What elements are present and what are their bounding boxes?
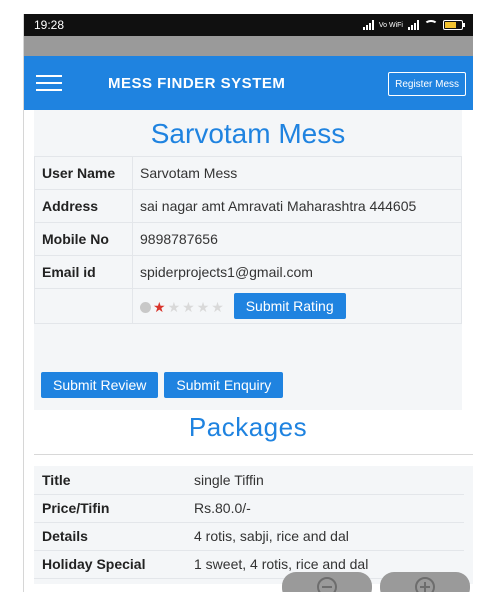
zoom-out-icon [317, 577, 337, 592]
zoom-in-button[interactable] [380, 572, 470, 592]
table-row: Email id spiderprojects1@gmail.com [34, 255, 462, 289]
table-row: Price/Tifin Rs.80.0/- [34, 494, 464, 523]
table-row: Mobile No 9898787656 [34, 222, 462, 256]
mess-info-table: User Name Sarvotam Mess Address sai naga… [34, 156, 462, 324]
table-row: Title single Tiffin [34, 466, 464, 495]
table-row: User Name Sarvotam Mess [34, 156, 462, 190]
phone-screen: 19:28 Vo WiFi MESS FINDER SYSTEM Registe… [23, 14, 473, 592]
package-label: Details [34, 522, 186, 551]
navbar: MESS FINDER SYSTEM Register Mess [24, 56, 473, 110]
divider [34, 454, 473, 455]
field-value: spiderprojects1@gmail.com [132, 255, 462, 289]
menu-icon[interactable] [36, 75, 62, 91]
package-label: Title [34, 466, 186, 495]
package-value: single Tiffin [186, 466, 464, 495]
table-row: Address sai nagar amt Amravati Maharasht… [34, 189, 462, 223]
field-label: User Name [34, 156, 133, 190]
package-label: Price/Tifin [34, 494, 186, 523]
brand-title[interactable]: MESS FINDER SYSTEM [108, 75, 285, 92]
packages-heading: Packages [188, 412, 308, 442]
star-rating[interactable]: ★ ★ ★ ★ ★ [140, 300, 224, 314]
package-value: Rs.80.0/- [186, 494, 464, 523]
package-value: 4 rotis, sabji, rice and dal [186, 522, 464, 551]
rating-row: ★ ★ ★ ★ ★ Submit Rating [34, 288, 462, 324]
mess-name-heading: Sarvotam Mess [150, 118, 346, 149]
status-icons: Vo WiFi [362, 20, 465, 30]
field-value: sai nagar amt Amravati Maharashtra 44460… [132, 189, 462, 223]
status-time: 19:28 [34, 18, 65, 32]
cancel-rating-icon[interactable] [140, 301, 151, 313]
submit-review-button[interactable]: Submit Review [41, 372, 159, 398]
mess-details-panel: Sarvotam Mess User Name Sarvotam Mess Ad… [34, 110, 462, 410]
network-label: Vo WiFi [378, 21, 403, 29]
field-value: Sarvotam Mess [132, 156, 462, 190]
star-icon[interactable]: ★ [211, 300, 224, 314]
signal-icon [362, 20, 374, 30]
status-bar: 19:28 Vo WiFi [24, 14, 473, 36]
zoom-in-icon [415, 577, 435, 592]
packages-table: Title single Tiffin Price/Tifin Rs.80.0/… [34, 466, 464, 579]
zoom-out-button[interactable] [282, 572, 372, 592]
star-icon[interactable]: ★ [153, 300, 166, 314]
field-value: 9898787656 [132, 222, 462, 256]
package-label: Holiday Special [34, 550, 186, 579]
star-icon[interactable]: ★ [197, 300, 210, 314]
star-icon[interactable]: ★ [168, 300, 181, 314]
action-buttons: Submit Review Submit Enquiry [34, 372, 284, 398]
signal-icon-2 [408, 20, 419, 30]
field-label: Address [34, 189, 133, 223]
wifi-icon [424, 20, 438, 30]
browser-bar [24, 36, 473, 56]
rating-cell: ★ ★ ★ ★ ★ Submit Rating [132, 288, 462, 324]
register-mess-button[interactable]: Register Mess [388, 72, 466, 96]
field-label: Email id [34, 255, 133, 289]
table-row: Details 4 rotis, sabji, rice and dal [34, 522, 464, 551]
star-icon[interactable]: ★ [182, 300, 195, 314]
submit-rating-button[interactable]: Submit Rating [233, 293, 346, 319]
submit-enquiry-button[interactable]: Submit Enquiry [164, 372, 284, 398]
field-label: Mobile No [34, 222, 133, 256]
packages-panel: Title single Tiffin Price/Tifin Rs.80.0/… [34, 466, 473, 584]
battery-icon [443, 20, 465, 30]
